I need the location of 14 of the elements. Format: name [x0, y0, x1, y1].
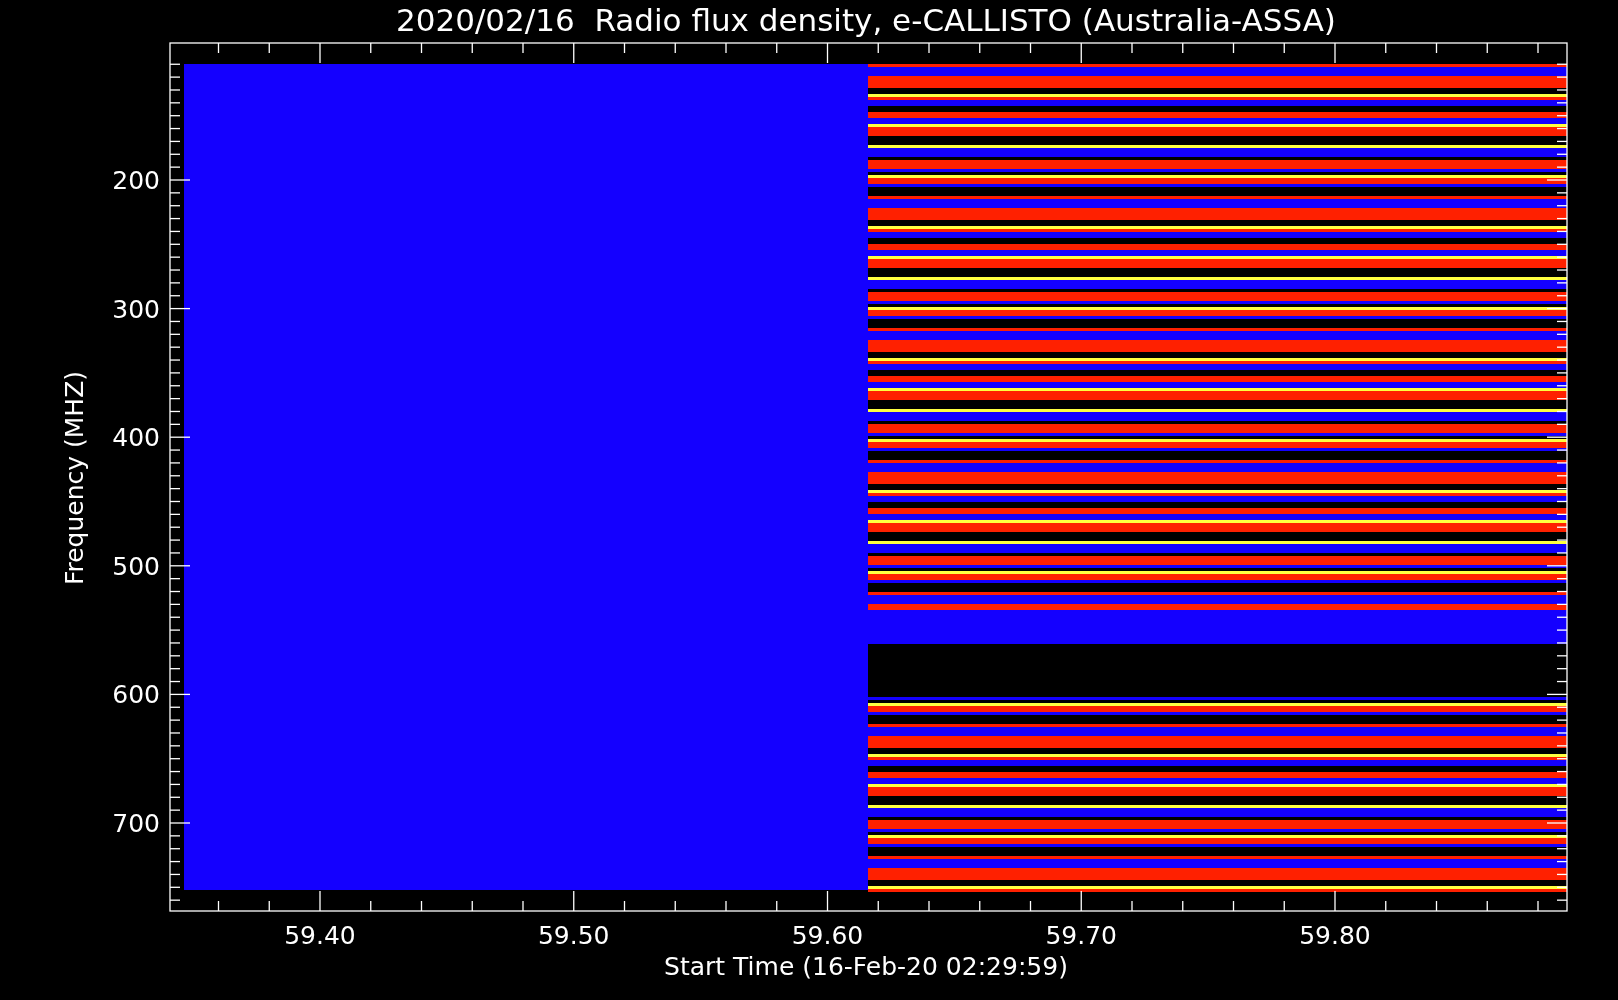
y-tick-label: 400 — [112, 423, 160, 453]
y-axis-title: Frequency (MHZ) — [60, 370, 89, 586]
y-tick-label: 600 — [112, 680, 160, 710]
y-tick-label: 500 — [112, 551, 160, 581]
y-tick-label: 700 — [112, 809, 160, 838]
x-tick-label: 59.60 — [791, 921, 864, 950]
y-tick-label: 200 — [112, 166, 160, 195]
x-tick-label: 59.80 — [1299, 921, 1371, 950]
x-tick-label: 59.70 — [1045, 921, 1118, 950]
x-axis-title: Start Time (16-Feb-20 02:29:59) — [664, 952, 1068, 981]
chart-title: 2020/02/16 Radio flux density, e-CALLISTO (Australia-ASSA) — [396, 2, 1336, 38]
y-tick-label: 300 — [112, 294, 160, 324]
x-tick-label: 59.50 — [537, 921, 610, 950]
x-tick-label: 59.40 — [284, 921, 356, 950]
